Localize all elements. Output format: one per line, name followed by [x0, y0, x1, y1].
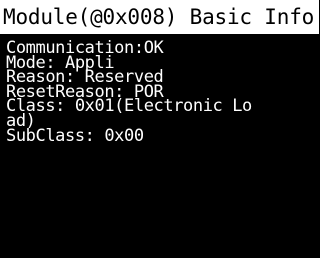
page-title: Module(@0x008) Basic Info [3, 5, 315, 29]
info-list: Communication:OK Mode: Appli Reason: Res… [6, 40, 316, 146]
class-line: Class: 0x01(Electronic Lo [6, 96, 252, 117]
subclass-line: SubClass: 0x00 [6, 125, 144, 146]
device-screen: Module(@0x008) Basic Info Communication:… [0, 0, 319, 258]
title-bar: Module(@0x008) Basic Info [0, 0, 319, 34]
